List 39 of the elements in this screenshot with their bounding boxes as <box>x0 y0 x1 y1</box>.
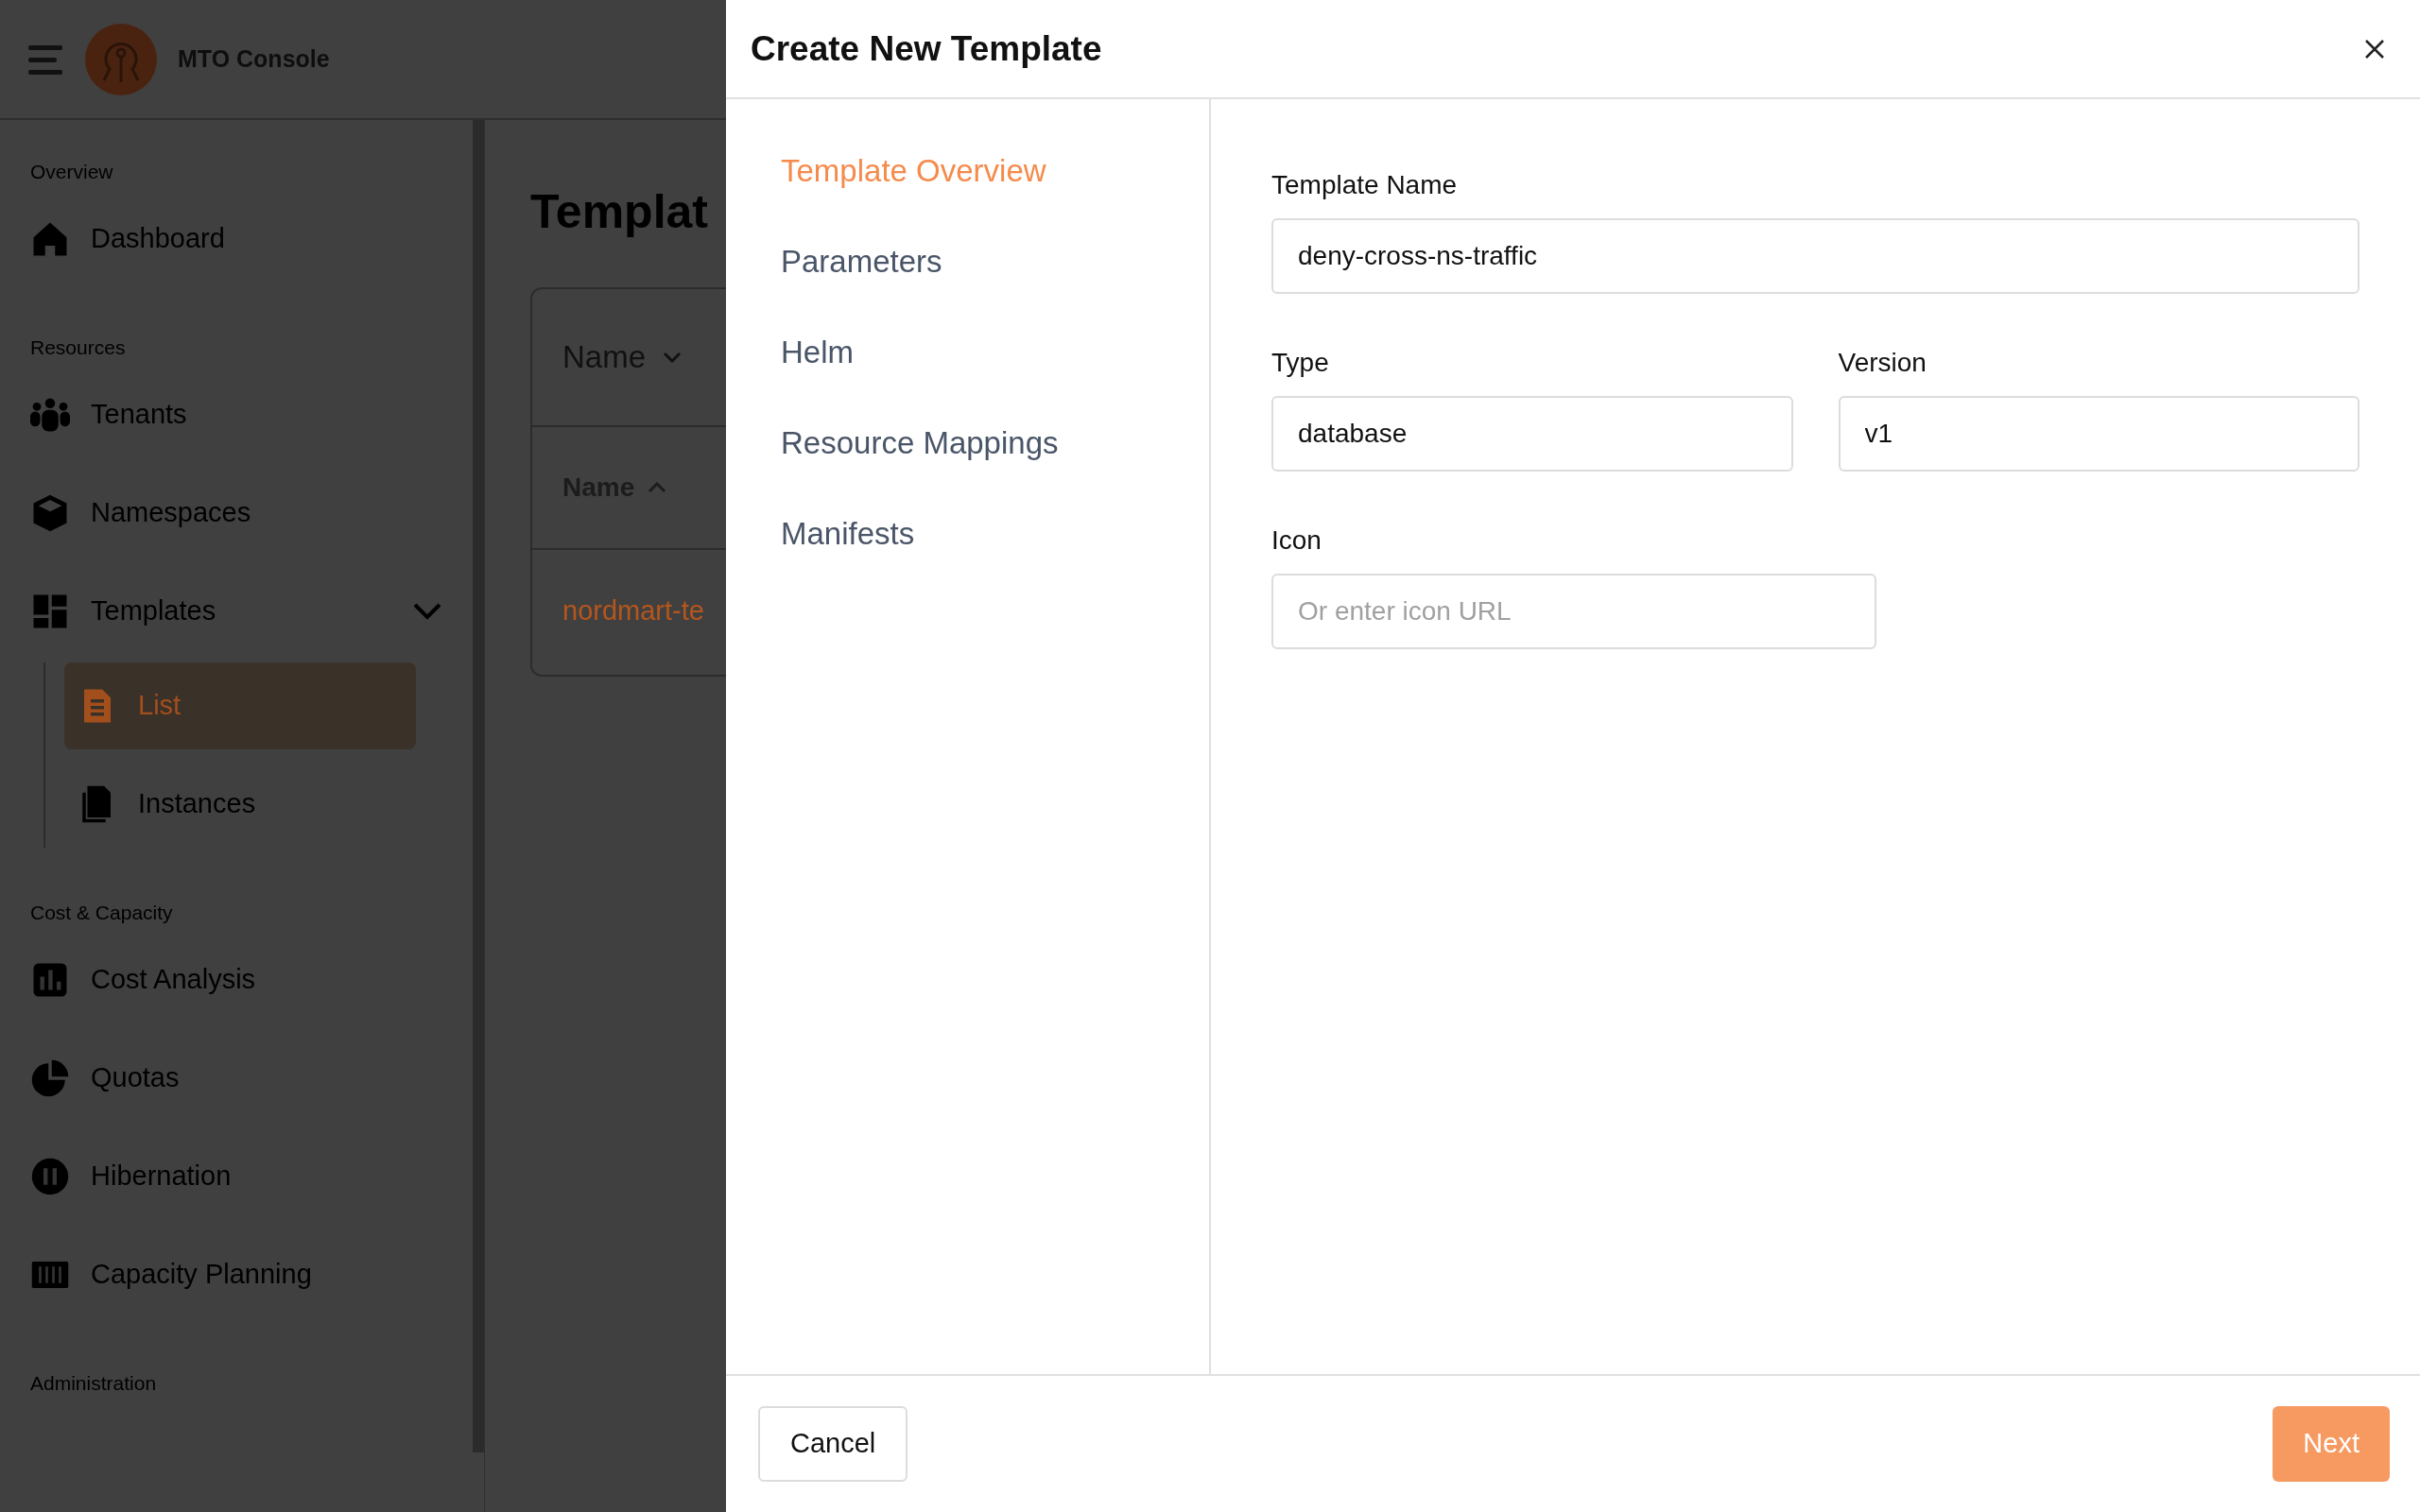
template-link[interactable]: nordmart-te <box>562 591 704 632</box>
step-tab[interactable]: Helm <box>781 307 854 398</box>
pause-icon <box>30 1157 70 1196</box>
step-tab[interactable]: Manifests <box>781 489 915 579</box>
section-label: Overview <box>29 160 114 185</box>
logo-icon <box>85 23 157 95</box>
sidebar-item[interactable]: List <box>64 662 416 749</box>
section-label: Resources <box>29 335 127 361</box>
sidebar-item[interactable]: Dashboard <box>30 196 442 283</box>
chevron-icon <box>663 352 683 363</box>
page-title: Templat <box>530 184 708 240</box>
sidebar-item[interactable]: Tenants <box>30 371 442 458</box>
step-tab[interactable]: Parameters <box>781 216 942 307</box>
dialog-title: Create New Template <box>751 27 1102 70</box>
sidebar-item[interactable]: Quotas <box>30 1035 442 1122</box>
text-field[interactable]: v1 <box>1838 396 2360 472</box>
pie-chart-icon <box>30 1058 70 1098</box>
close-icon[interactable] <box>2363 37 2386 60</box>
field-label: Icon <box>1271 524 1322 557</box>
text-field[interactable]: database <box>1271 396 1793 472</box>
sidebar-item[interactable]: Cost Analysis <box>30 936 442 1023</box>
field-label: Version <box>1838 347 1927 379</box>
text-field[interactable]: Or enter icon URL <box>1271 574 1876 649</box>
field-label: Type <box>1271 347 1330 379</box>
sidebar-item[interactable]: Templates <box>30 568 442 655</box>
next-button[interactable]: Next <box>2273 1406 2390 1482</box>
cancel-button[interactable]: Cancel <box>758 1406 908 1482</box>
field-label: Template Name <box>1271 169 1459 201</box>
text-field[interactable]: deny-cross-ns-traffic <box>1271 218 2360 294</box>
section-label: Cost & Capacity <box>29 901 174 926</box>
step-tab[interactable]: Resource Mappings <box>781 398 1059 489</box>
sidebar-item[interactable]: Namespaces <box>30 470 442 557</box>
step-tab[interactable]: Template Overview <box>781 126 1046 216</box>
sidebar-item[interactable]: Capacity Planning <box>30 1231 442 1318</box>
sidebar-item[interactable]: Instances <box>64 761 416 848</box>
sort-up-icon <box>648 482 667 493</box>
section-label: Administration <box>29 1371 158 1397</box>
sidebar-item[interactable]: Hibernation <box>30 1133 442 1220</box>
menu-icon[interactable] <box>28 43 64 76</box>
